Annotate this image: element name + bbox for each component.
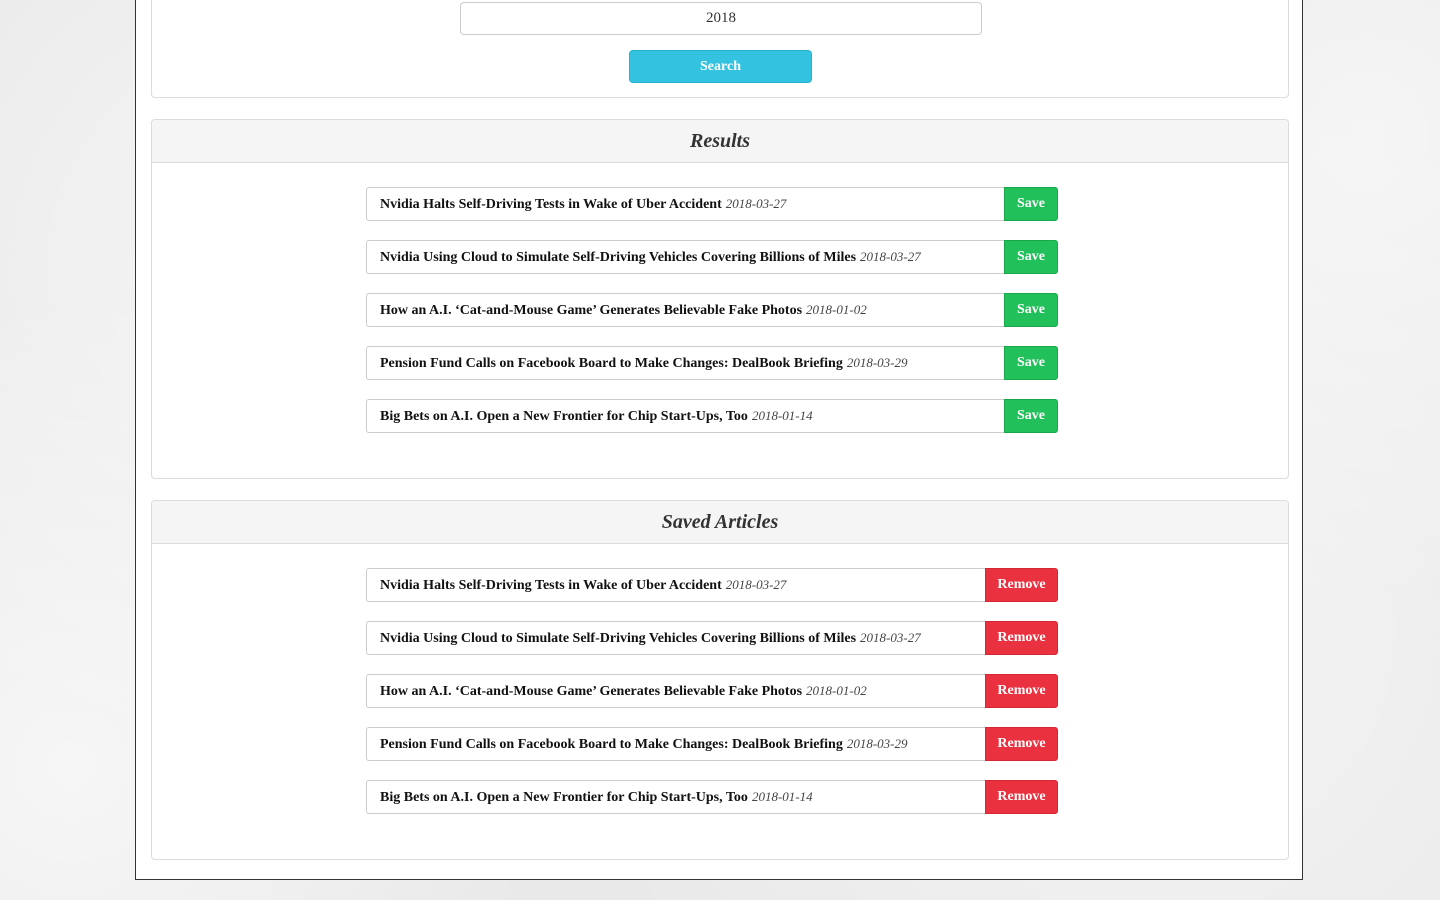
remove-button[interactable]: Remove	[985, 780, 1058, 814]
remove-button[interactable]: Remove	[985, 727, 1058, 761]
year-input[interactable]	[460, 2, 982, 35]
article-title: Big Bets on A.I. Open a New Frontier for…	[380, 790, 748, 805]
article-title: Big Bets on A.I. Open a New Frontier for…	[380, 409, 748, 424]
article-title: Pension Fund Calls on Facebook Board to …	[380, 356, 843, 371]
saved-article: Big Bets on A.I. Open a New Frontier for…	[366, 780, 985, 814]
article-date: 2018-03-27	[860, 630, 921, 645]
remove-button[interactable]: Remove	[985, 568, 1058, 602]
result-article: How an A.I. ‘Cat-and-Mouse Game’ Generat…	[366, 293, 1004, 327]
article-date: 2018-01-02	[806, 302, 867, 317]
article-date: 2018-03-27	[860, 249, 921, 264]
result-item: Nvidia Halts Self-Driving Tests in Wake …	[366, 187, 1058, 221]
article-date: 2018-01-02	[806, 683, 867, 698]
article-title: How an A.I. ‘Cat-and-Mouse Game’ Generat…	[380, 684, 803, 699]
article-date: 2018-01-14	[751, 408, 813, 423]
article-date: 2018-01-14	[751, 789, 813, 804]
saved-item: How an A.I. ‘Cat-and-Mouse Game’ Generat…	[366, 674, 1058, 708]
remove-button[interactable]: Remove	[985, 621, 1058, 655]
save-button[interactable]: Save	[1004, 293, 1058, 327]
saved-articles-panel: Saved Articles Nvidia Halts Self-Driving…	[151, 500, 1289, 860]
result-article: Big Bets on A.I. Open a New Frontier for…	[366, 399, 1004, 433]
save-button[interactable]: Save	[1004, 346, 1058, 380]
saved-article: Pension Fund Calls on Facebook Board to …	[366, 727, 985, 761]
search-panel: Search	[151, 0, 1289, 98]
article-date: 2018-03-29	[846, 736, 908, 751]
result-item: Nvidia Using Cloud to Simulate Self-Driv…	[366, 240, 1058, 274]
search-button[interactable]: Search	[629, 50, 812, 83]
article-title: Nvidia Halts Self-Driving Tests in Wake …	[380, 197, 722, 212]
article-date: 2018-03-27	[725, 196, 787, 211]
saved-item: Big Bets on A.I. Open a New Frontier for…	[366, 780, 1058, 814]
saved-item: Pension Fund Calls on Facebook Board to …	[366, 727, 1058, 761]
saved-item: Nvidia Halts Self-Driving Tests in Wake …	[366, 568, 1058, 602]
article-title: How an A.I. ‘Cat-and-Mouse Game’ Generat…	[380, 303, 803, 318]
results-list: Nvidia Halts Self-Driving Tests in Wake …	[366, 187, 1058, 452]
saved-article: How an A.I. ‘Cat-and-Mouse Game’ Generat…	[366, 674, 985, 708]
article-title: Nvidia Halts Self-Driving Tests in Wake …	[380, 578, 722, 593]
article-title: Pension Fund Calls on Facebook Board to …	[380, 737, 843, 752]
save-button[interactable]: Save	[1004, 240, 1058, 274]
saved-article: Nvidia Using Cloud to Simulate Self-Driv…	[366, 621, 985, 655]
result-article: Nvidia Using Cloud to Simulate Self-Driv…	[366, 240, 1004, 274]
save-button[interactable]: Save	[1004, 399, 1058, 433]
save-button[interactable]: Save	[1004, 187, 1058, 221]
results-heading: Results	[152, 120, 1288, 163]
remove-button[interactable]: Remove	[985, 674, 1058, 708]
saved-articles-heading: Saved Articles	[152, 501, 1288, 544]
saved-article: Nvidia Halts Self-Driving Tests in Wake …	[366, 568, 985, 602]
main-container: Search Results Nvidia Halts Self-Driving…	[135, 0, 1303, 880]
saved-item: Nvidia Using Cloud to Simulate Self-Driv…	[366, 621, 1058, 655]
result-item: Pension Fund Calls on Facebook Board to …	[366, 346, 1058, 380]
saved-articles-list: Nvidia Halts Self-Driving Tests in Wake …	[366, 568, 1058, 833]
article-title: Nvidia Using Cloud to Simulate Self-Driv…	[380, 250, 857, 265]
results-panel: Results Nvidia Halts Self-Driving Tests …	[151, 119, 1289, 479]
result-item: How an A.I. ‘Cat-and-Mouse Game’ Generat…	[366, 293, 1058, 327]
article-date: 2018-03-29	[846, 355, 908, 370]
result-item: Big Bets on A.I. Open a New Frontier for…	[366, 399, 1058, 433]
article-date: 2018-03-27	[725, 577, 787, 592]
article-title: Nvidia Using Cloud to Simulate Self-Driv…	[380, 631, 857, 646]
result-article: Pension Fund Calls on Facebook Board to …	[366, 346, 1004, 380]
result-article: Nvidia Halts Self-Driving Tests in Wake …	[366, 187, 1004, 221]
